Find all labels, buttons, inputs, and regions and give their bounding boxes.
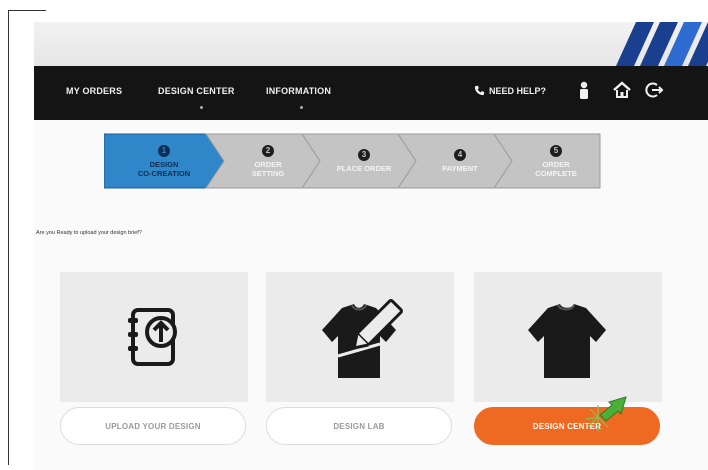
step-label-line1: PAYMENT — [442, 164, 478, 173]
step-number: 4 — [454, 149, 466, 161]
jersey-pencil-icon — [322, 299, 403, 378]
frame-corner-line-horizontal — [8, 10, 46, 11]
nav-dropdown-indicator — [300, 106, 303, 109]
nav-design-center[interactable]: DESIGN CENTER — [158, 86, 235, 96]
step-number: 5 — [550, 144, 562, 157]
nav-my-orders[interactable]: MY ORDERS — [66, 86, 122, 96]
phone-icon — [474, 85, 485, 96]
order-progress-steps: 1 DESIGN CO-CREATION 2 ORDER SETTING 3 P… — [104, 130, 604, 192]
nav-information[interactable]: INFORMATION — [266, 86, 331, 96]
step-label-line1: ORDER — [254, 159, 282, 169]
step-number: 1 — [158, 144, 170, 157]
step-design-co-creation[interactable]: 1 DESIGN CO-CREATION — [112, 130, 216, 192]
step-number: 3 — [358, 149, 370, 161]
step-order-complete[interactable]: 5 ORDER COMPLETE — [512, 130, 600, 192]
step-label-line1: DESIGN — [149, 159, 179, 169]
option-card-design-center[interactable] — [474, 272, 662, 402]
option-card-design-lab[interactable] — [266, 272, 454, 402]
click-pointer-icon — [585, 396, 627, 431]
step-label-line2: CO-CREATION — [137, 168, 191, 178]
step-label-line2: SETTING — [251, 168, 285, 178]
frame-corner-line-vertical — [8, 10, 9, 465]
home-icon[interactable] — [612, 80, 632, 100]
step-number: 2 — [262, 144, 274, 157]
step-order-setting[interactable]: 2 ORDER SETTING — [224, 130, 312, 192]
upload-document-icon — [128, 308, 177, 366]
upload-question-text: Are you Ready to upload your design brie… — [36, 230, 142, 236]
screenshot-frame: MY ORDERS DESIGN CENTER INFORMATION NEED… — [0, 0, 708, 470]
option-card-upload[interactable] — [60, 272, 248, 402]
logout-icon[interactable] — [644, 80, 664, 100]
brand-stripes-icon — [616, 22, 708, 66]
step-place-order[interactable]: 3 PLACE ORDER — [320, 130, 408, 192]
header-band — [34, 22, 708, 66]
jersey-icon — [528, 304, 606, 378]
nav-dropdown-indicator — [200, 106, 203, 109]
main-navbar: MY ORDERS DESIGN CENTER INFORMATION NEED… — [34, 66, 708, 120]
step-label-line1: ORDER — [542, 159, 570, 169]
step-label-line2: COMPLETE — [535, 168, 577, 178]
design-lab-button[interactable]: DESIGN LAB — [266, 407, 452, 445]
upload-your-design-button[interactable]: UPLOAD YOUR DESIGN — [60, 407, 246, 445]
step-payment[interactable]: 4 PAYMENT — [416, 130, 504, 192]
step-label-line1: PLACE ORDER — [336, 164, 392, 173]
user-icon[interactable] — [574, 80, 594, 100]
need-help-label: NEED HELP? — [489, 85, 547, 96]
need-help-link[interactable]: NEED HELP? — [474, 85, 546, 96]
